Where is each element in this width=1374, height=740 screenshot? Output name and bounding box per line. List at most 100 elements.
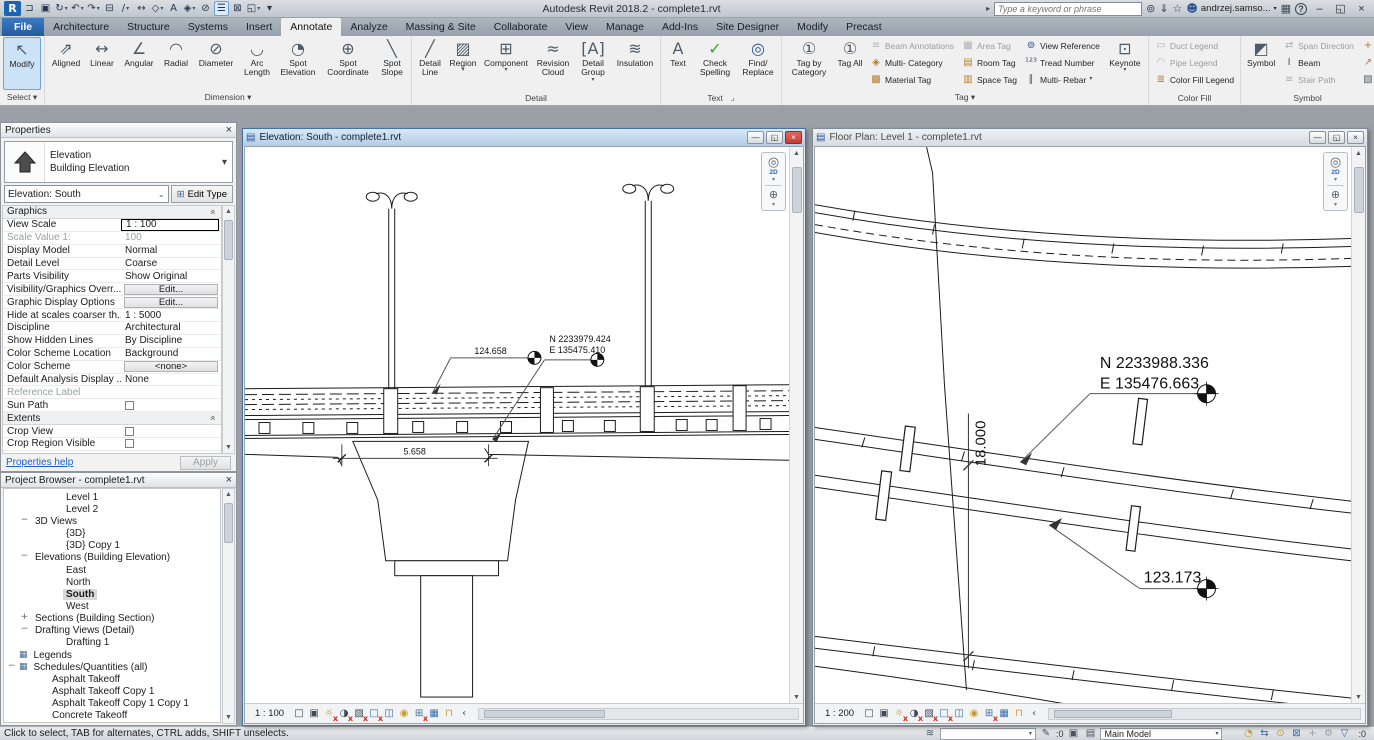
property-row[interactable]: Default Analysis Display ... None [3,374,221,387]
vertical-scrollbar[interactable]: ▲ ▼ [789,147,803,703]
property-row[interactable]: Display Model Normal [3,245,221,258]
thin-lines-icon[interactable]: ☰ [214,1,229,16]
property-row[interactable]: Scale Value 1: 100 [3,232,221,245]
close-inactive-views-icon[interactable]: ⊠ [230,1,245,16]
manage-links-icon[interactable]: ⇆ [1257,728,1271,739]
exclude-options-icon[interactable]: ⊠ [1289,728,1303,739]
browser-item[interactable]: {3D} [4,527,220,539]
property-row[interactable]: Sun Path [3,399,221,412]
browser-scrollbar[interactable]: ▲ ▼ [222,488,235,724]
reveal-hidden-icon[interactable]: ◉ [967,707,981,721]
chevron-down-icon[interactable]: ▾ [772,176,775,183]
expander-icon[interactable]: − [20,517,29,526]
property-row[interactable]: Reference Label [3,386,221,399]
spot-coordinate-button[interactable]: ⊕Spot Coordinate [322,37,374,90]
minimize-button[interactable]: — [1309,131,1326,144]
property-row[interactable]: Show Hidden Lines By Discipline [3,335,221,348]
span-direction-button[interactable]: ⇄Span Direction [1280,37,1357,54]
apply-button[interactable]: Apply [180,456,231,470]
browser-item[interactable]: Asphalt Takeoff [4,673,220,685]
spot-elevation-text[interactable]: 123.173 [1144,570,1202,587]
tread-number-button[interactable]: ¹²³Tread Number [1022,54,1103,71]
tag-by-category-button[interactable]: ①Tag by Category [785,37,833,90]
expander-icon[interactable]: + [20,614,29,623]
revision-cloud-button[interactable]: ≈Revision Cloud [533,37,573,90]
browser-item[interactable]: East [4,564,220,576]
type-selector[interactable]: Elevation Building Elevation ▾ [4,141,233,183]
expander-icon[interactable]: − [20,626,29,635]
checkbox[interactable] [125,427,134,436]
crop-region-icon[interactable]: □ [937,707,951,721]
shadows-icon[interactable]: ◑ [337,707,351,721]
section-icon[interactable]: ⊘ [198,1,213,16]
detail-line-button[interactable]: ╱Detail Line [415,37,445,90]
text-button[interactable]: AText [664,37,692,90]
properties-help-link[interactable]: Properties help [6,457,73,468]
property-row[interactable]: Color Scheme Location Background [3,348,221,361]
open-icon[interactable]: ⊐ [22,1,37,16]
space-tag-button[interactable]: ▥Space Tag [959,71,1020,88]
chevron-down-icon[interactable]: ▾ [217,157,232,168]
view-window-title-bar[interactable]: ▤ Elevation: South - complete1.rvt — ◱ × [243,129,805,146]
horizontal-scrollbar[interactable] [1048,708,1361,720]
element-selector[interactable]: Elevation: South ⌄ [4,185,169,203]
reveal-hidden-icon[interactable]: ◉ [397,707,411,721]
aligned-dimension-icon[interactable]: ↔ [134,1,149,16]
tab-structure[interactable]: Structure [118,18,179,36]
browser-item[interactable]: − ▦ Schedules/Quantities (all) [4,661,220,673]
angular-dimension-button[interactable]: ∠Angular [120,37,158,90]
search-input[interactable] [994,2,1142,16]
navigation-bar[interactable]: ◎ 2D ▾ ⊕ ▾ [1323,152,1348,211]
region-button[interactable]: ▨Region [447,37,479,90]
panel-label-color-fill[interactable]: Color Fill [1178,93,1212,103]
temporary-hide-icon[interactable]: ◫ [382,707,396,721]
property-row[interactable]: View Scale 1 : 100 [3,219,221,232]
browser-item[interactable]: West [4,600,220,612]
panel-label-select[interactable]: Select ▾ [7,92,37,103]
chevron-down-icon[interactable]: ▾ [772,201,775,208]
workset-selector[interactable]: ▾ [940,728,1036,740]
crop-view-icon[interactable]: ▧ [352,707,366,721]
tab-insert[interactable]: Insert [237,18,281,36]
tab-site-designer[interactable]: Site Designer [707,18,788,36]
dialog-launcher-icon[interactable]: ⌟ [731,93,735,102]
view-reference-button[interactable]: ⊚View Reference [1022,37,1103,54]
chevron-down-icon[interactable]: ▾ [1334,176,1337,183]
text-icon[interactable]: A [166,1,181,16]
collapse-arrow[interactable]: ‹ [457,707,471,721]
property-row[interactable]: Visibility/Graphics Overr... Edit... [3,283,221,296]
spot-elevation-symbol[interactable] [528,351,541,364]
multi-rebar-button[interactable]: ∥Multi- Rebar [1022,71,1103,88]
elevation-canvas[interactable]: 5.658 124.658 [245,147,789,703]
pipe-legend-button[interactable]: ◠Pipe Legend [1152,54,1237,71]
search-expand-icon[interactable]: ▸ [986,4,990,13]
tag-all-button[interactable]: ①Tag All [835,37,865,90]
tab-annotate[interactable]: Annotate [281,18,341,36]
tab-analyze[interactable]: Analyze [341,18,396,36]
diameter-dimension-button[interactable]: ⊘Diameter [194,37,238,90]
modify-button[interactable]: ↖Modify [3,37,41,90]
exchange-apps-icon[interactable]: ⇓ [1159,2,1168,15]
sun-path-icon[interactable]: ☼ [322,707,336,721]
beam-symbol-button[interactable]: IBeam [1280,54,1357,71]
tab-manage[interactable]: Manage [597,18,653,36]
checkbox[interactable] [125,439,134,448]
zoom-icon[interactable]: ⊕ [769,188,778,201]
property-row[interactable]: Crop Region Visible [3,438,221,451]
search-icon[interactable]: ⊚ [1146,2,1155,15]
browser-item[interactable]: North [4,576,220,588]
crop-region-icon[interactable]: □ [367,707,381,721]
temporary-hide-icon[interactable]: ◫ [952,707,966,721]
tab-collaborate[interactable]: Collaborate [485,18,557,36]
redo-icon[interactable]: ↷ [86,1,101,16]
stair-path-button[interactable]: ≡Stair Path [1280,71,1357,88]
spot-elevation-text[interactable]: 124.658 [474,346,506,356]
save-icon[interactable]: ▣ [38,1,53,16]
restore-button[interactable]: ◱ [1332,2,1349,15]
property-row[interactable]: Discipline Architectural [3,322,221,335]
keynote-button[interactable]: ⊡Keynote [1105,37,1145,90]
browser-item[interactable]: Drafting 1 [4,637,220,649]
view-scale[interactable]: 1 : 200 [819,707,860,720]
spot-coordinate-leader[interactable] [1020,394,1199,463]
check-spelling-button[interactable]: ✓Check Spelling [694,37,736,90]
